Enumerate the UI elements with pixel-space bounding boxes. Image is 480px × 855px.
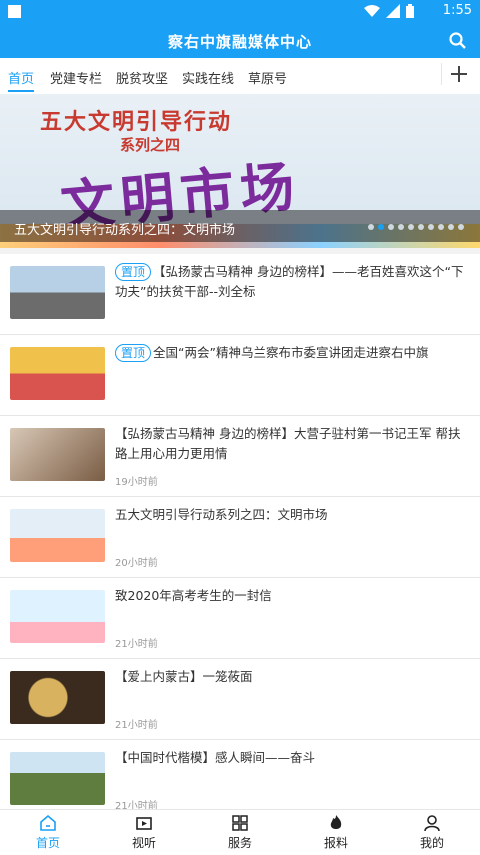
list-item[interactable]: 五大文明引导行动系列之四：文明市场 20小时前 [0, 497, 480, 578]
channel-tabs: 首页 党建专栏 脱贫攻坚 实践在线 草原号 [0, 58, 480, 95]
article-title: 【弘扬蒙古马精神 身边的榜样】——老百姓喜欢这个“下功夫”的扶贫干部--刘全标 [115, 264, 464, 299]
carousel-dot[interactable] [398, 224, 404, 230]
article-time: 21小时前 [115, 639, 158, 650]
nav-video[interactable]: 视听 [96, 810, 192, 855]
search-icon[interactable] [448, 31, 468, 51]
carousel-dots [368, 224, 464, 230]
tab-practice-online[interactable]: 实践在线 [182, 68, 234, 87]
article-thumbnail [10, 428, 105, 481]
grid-icon [232, 815, 248, 831]
article-list: 置顶 【弘扬蒙古马精神 身边的榜样】——老百姓喜欢这个“下功夫”的扶贫干部--刘全… [0, 254, 480, 821]
tab-grassland[interactable]: 草原号 [248, 68, 287, 87]
banner-image-text: 五大文明引导行动 [40, 110, 233, 135]
banner-carousel[interactable]: 五大文明引导行动 系列之四 文明市场 五大文明引导行动系列之四：文明市场 [0, 94, 480, 248]
article-time: 21小时前 [115, 720, 158, 731]
carousel-dot[interactable] [378, 224, 384, 230]
article-title: 【爱上内蒙古】一笼莜面 [115, 669, 253, 684]
carousel-dot[interactable] [438, 224, 444, 230]
article-thumbnail [10, 266, 105, 319]
nav-service[interactable]: 服务 [192, 810, 288, 855]
article-thumbnail [10, 509, 105, 562]
list-item[interactable]: 【爱上内蒙古】一笼莜面 21小时前 [0, 659, 480, 740]
tab-poverty-alleviation[interactable]: 脱贫攻坚 [116, 68, 168, 87]
article-title-row: 置顶 【弘扬蒙古马精神 身边的榜样】——老百姓喜欢这个“下功夫”的扶贫干部--刘全… [115, 262, 468, 302]
article-title: 【中国时代楷模】感人瞬间——奋斗 [115, 750, 316, 765]
article-thumbnail [10, 590, 105, 643]
list-item[interactable]: 【弘扬蒙古马精神 身边的榜样】大营子驻村第一书记王军 帮扶路上用心用力更用情 1… [0, 416, 480, 497]
tab-party-building[interactable]: 党建专栏 [50, 68, 102, 87]
nav-home[interactable]: 首页 [0, 810, 96, 855]
nav-label: 服务 [227, 836, 252, 850]
article-time: 19小时前 [115, 477, 158, 488]
article-thumbnail [10, 752, 105, 805]
nav-label: 首页 [35, 836, 60, 850]
wifi-icon [364, 5, 380, 17]
nav-label: 报料 [323, 836, 348, 850]
tab-home[interactable]: 首页 [8, 68, 35, 92]
app-bar: 察右中旗融媒体中心 [0, 24, 480, 58]
signal-icon [386, 4, 400, 18]
article-thumbnail [10, 671, 105, 724]
carousel-dot[interactable] [388, 224, 394, 230]
status-bar: 1:55 [0, 0, 480, 24]
carousel-dot[interactable] [428, 224, 434, 230]
article-title-row: 置顶 全国“两会”精神乌兰察布市委宣讲团走进察右中旗 [115, 343, 468, 363]
bottom-nav: 首页 视听 服务 报料 我的 [0, 809, 480, 855]
article-time: 20小时前 [115, 558, 158, 569]
fire-icon [330, 815, 342, 829]
video-icon [136, 817, 152, 830]
list-item[interactable]: 致2020年高考考生的一封信 21小时前 [0, 578, 480, 659]
notification-icon [8, 5, 21, 18]
nav-label: 我的 [419, 836, 444, 850]
list-item[interactable]: 置顶 全国“两会”精神乌兰察布市委宣讲团走进察右中旗 [0, 335, 480, 416]
pinned-badge: 置顶 [115, 263, 152, 281]
pinned-badge: 置顶 [115, 344, 152, 362]
clock: 1:55 [442, 3, 472, 18]
article-title: 五大文明引导行动系列之四：文明市场 [115, 507, 328, 522]
nav-label: 视听 [131, 836, 156, 850]
app-title: 察右中旗融媒体中心 [167, 33, 312, 51]
user-icon [424, 815, 440, 832]
add-channel-icon[interactable] [441, 63, 470, 85]
list-item[interactable]: 置顶 【弘扬蒙古马精神 身边的榜样】——老百姓喜欢这个“下功夫”的扶贫干部--刘全… [0, 254, 480, 335]
article-title: 全国“两会”精神乌兰察布市委宣讲团走进察右中旗 [153, 345, 429, 360]
article-title: 【弘扬蒙古马精神 身边的榜样】大营子驻村第一书记王军 帮扶路上用心用力更用情 [115, 426, 461, 461]
home-icon [40, 814, 56, 831]
article-thumbnail [10, 347, 105, 400]
nav-report[interactable]: 报料 [288, 810, 384, 855]
carousel-dot[interactable] [458, 224, 464, 230]
carousel-dot[interactable] [368, 224, 374, 230]
article-title: 致2020年高考考生的一封信 [115, 588, 272, 603]
carousel-dot[interactable] [448, 224, 454, 230]
carousel-dot[interactable] [418, 224, 424, 230]
nav-mine[interactable]: 我的 [384, 810, 480, 855]
battery-icon [406, 4, 414, 18]
carousel-dot[interactable] [408, 224, 414, 230]
